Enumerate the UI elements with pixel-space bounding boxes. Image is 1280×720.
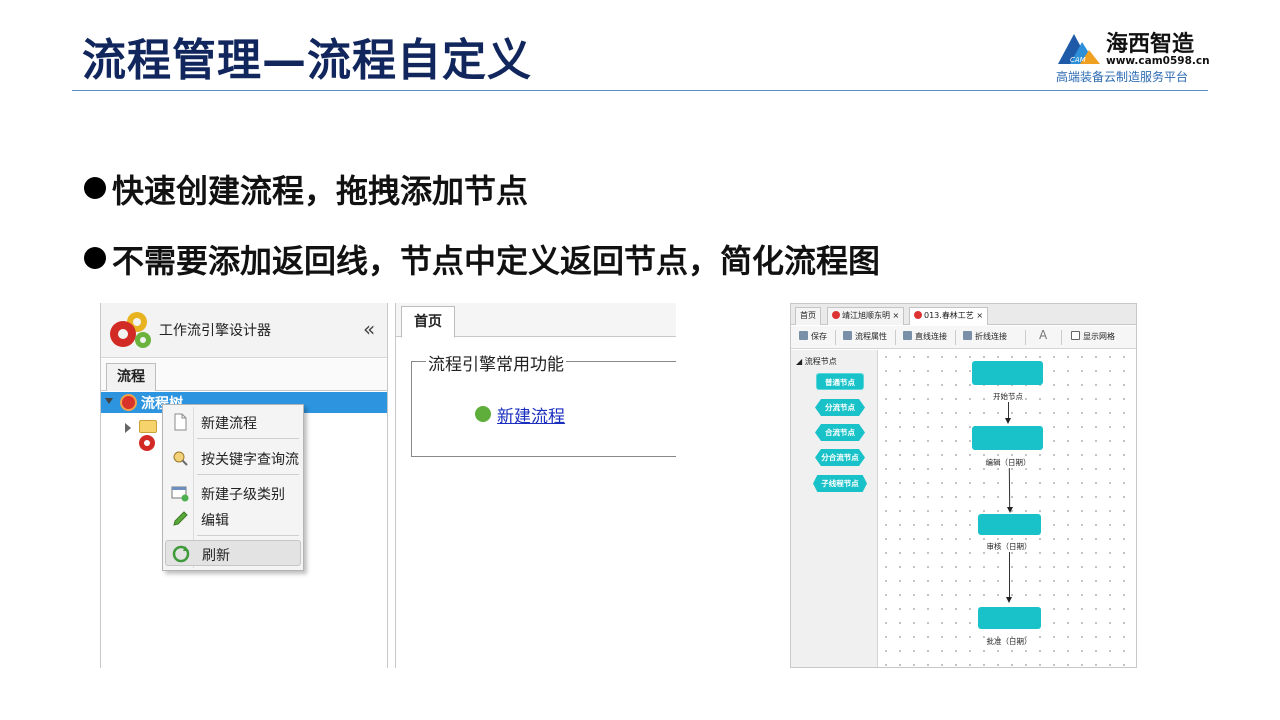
- menu-item-new-subcategory[interactable]: 新建子级类别: [165, 480, 301, 506]
- flow-node-label: 审核（日期）: [986, 542, 1032, 551]
- flow-properties-button[interactable]: 流程属性: [843, 331, 887, 342]
- flow-gear-icon[interactable]: [137, 433, 157, 453]
- flow-node-review[interactable]: [978, 514, 1041, 535]
- new-flow-link[interactable]: 新建流程: [475, 402, 565, 427]
- flow-edge[interactable]: [1008, 467, 1011, 509]
- sidebar-header: 工作流引擎设计器 «: [101, 303, 387, 358]
- refresh-icon: [172, 545, 190, 563]
- designer-main-panel: 首页 流程引擎常用功能 新建流程: [395, 303, 676, 668]
- straight-line-button[interactable]: 直线连接: [903, 331, 947, 342]
- node-palette: ◢ 流程节点 普通节点 分流节点 合流节点 分合流节点 子线程节点: [791, 350, 878, 667]
- toolbar-separator: [835, 330, 836, 345]
- editor-toolbar: 保存 流程属性 直线连接 折线连接 A 显示网格: [791, 326, 1136, 349]
- font-button[interactable]: A: [1039, 328, 1047, 342]
- save-button[interactable]: 保存: [799, 331, 827, 342]
- bullet-dot-icon: [84, 247, 106, 269]
- flow-node-edit[interactable]: [972, 426, 1043, 450]
- sidebar-title: 工作流引擎设计器: [159, 323, 271, 339]
- arrow-head-icon: [1005, 418, 1011, 424]
- sidebar-tabs: 流程: [101, 359, 387, 391]
- toolbar-separator: [1061, 330, 1062, 345]
- menu-item-label: 新建子级类别: [201, 487, 285, 503]
- tree-collapse-icon[interactable]: [105, 398, 113, 404]
- tab-home[interactable]: 首页: [401, 306, 455, 338]
- new-category-icon: [171, 486, 189, 502]
- slide-title: 流程管理—流程自定义: [82, 35, 532, 86]
- editor-tabs: 首页 靖江旭顺东明 × 013.春林工艺 ×: [791, 304, 1136, 325]
- palette-title: ◢ 流程节点: [796, 357, 837, 366]
- pencil-icon: [173, 511, 188, 526]
- menu-separator: [197, 474, 299, 475]
- main-tabs: 首页: [396, 303, 676, 338]
- workflow-designer-screenshot: 工作流引擎设计器 « 流程 流程树 新建流程: [100, 303, 676, 668]
- palette-normal-node[interactable]: 普通节点: [816, 373, 864, 390]
- flow-edge[interactable]: [1008, 402, 1009, 419]
- straight-line-icon: [903, 331, 912, 340]
- polyline-button[interactable]: 折线连接: [963, 331, 1007, 342]
- new-flow-label: 新建流程: [497, 407, 565, 427]
- checkbox-icon: [1071, 331, 1080, 340]
- collapse-sidebar-icon[interactable]: «: [363, 317, 375, 341]
- arrow-head-icon: [1007, 507, 1013, 513]
- tree-expand-icon[interactable]: [125, 423, 131, 433]
- menu-item-search-keyword[interactable]: 按关键字查询流: [165, 445, 301, 471]
- flow-editor-screenshot: 首页 靖江旭顺东明 × 013.春林工艺 × 保存 流程属性 直线连接 折线连接…: [790, 303, 1137, 668]
- flow-root-icon: [120, 394, 137, 411]
- svg-text:CAM: CAM: [1070, 56, 1086, 64]
- gear-icon: [914, 311, 922, 319]
- logo-url: www.cam0598.cn: [1106, 55, 1210, 67]
- search-icon: [173, 451, 188, 466]
- palette-split-node[interactable]: 分流节点: [815, 399, 865, 416]
- menu-item-edit[interactable]: 编辑: [165, 506, 301, 532]
- context-menu: 新建流程 按关键字查询流 新建子级类别 编辑 刷新: [162, 404, 304, 571]
- logo-slogan: 高端装备云制造服务平台: [1056, 70, 1189, 84]
- flow-canvas[interactable]: 开始节点 编辑（日期） 审核（日期） 批准（日期）: [879, 350, 1136, 667]
- bullet-2-text: 不需要添加返回线，节点中定义返回节点，简化流程图: [112, 242, 881, 280]
- bullet-1-text: 快速创建流程，拖拽添加节点: [112, 172, 529, 210]
- menu-separator: [197, 438, 299, 439]
- menu-item-label: 编辑: [201, 513, 229, 529]
- bullet-2: 不需要添加返回线，节点中定义返回节点，简化流程图: [84, 236, 880, 282]
- toolbar-separator: [955, 330, 956, 345]
- save-icon: [799, 331, 808, 340]
- logo-name: 海西智造: [1106, 32, 1195, 57]
- flow-node-start[interactable]: [972, 361, 1043, 385]
- tab-flow[interactable]: 流程: [106, 363, 156, 391]
- menu-separator: [197, 535, 299, 536]
- flow-edge[interactable]: [1009, 552, 1010, 598]
- designer-sidebar: 工作流引擎设计器 « 流程 流程树 新建流程: [100, 303, 388, 668]
- company-logo: CAM 海西智造 www.cam0598.cn 高端装备云制造服务平台: [1056, 26, 1210, 86]
- properties-icon: [843, 331, 852, 340]
- bullet-1: 快速创建流程，拖拽添加节点: [84, 166, 528, 212]
- toolbar-separator: [1025, 330, 1026, 345]
- header-divider: [72, 90, 1208, 91]
- menu-item-label: 新建流程: [201, 416, 257, 432]
- palette-merge-node[interactable]: 合流节点: [815, 424, 865, 441]
- flow-node-label: 批准（日期）: [986, 637, 1032, 646]
- palette-split-merge-node[interactable]: 分合流节点: [815, 449, 865, 466]
- tab-chunlin[interactable]: 013.春林工艺 ×: [909, 307, 989, 325]
- show-grid-checkbox[interactable]: 显示网格: [1071, 331, 1115, 342]
- gears-logo-icon: [110, 312, 151, 348]
- bullet-dot-icon: [84, 177, 106, 199]
- menu-item-label: 刷新: [202, 548, 230, 564]
- tab-jingjiang[interactable]: 靖江旭顺东明 ×: [827, 307, 905, 325]
- menu-item-new-flow[interactable]: 新建流程: [165, 409, 301, 435]
- palette-subthread-node[interactable]: 子线程节点: [813, 475, 867, 492]
- folder-icon: [139, 420, 157, 433]
- new-document-icon: [174, 413, 187, 431]
- arrow-head-icon: [1006, 597, 1012, 603]
- logo-triangle-icon: CAM: [1058, 34, 1100, 64]
- flow-node-label: 编辑（日期）: [985, 458, 1031, 467]
- clover-icon: [475, 406, 491, 422]
- fieldset-legend: 流程引擎常用功能: [426, 350, 566, 375]
- flow-node-label: 开始节点: [993, 392, 1023, 401]
- flow-node-approve[interactable]: [978, 607, 1041, 629]
- toolbar-separator: [895, 330, 896, 345]
- polyline-icon: [963, 331, 972, 340]
- menu-item-refresh[interactable]: 刷新: [165, 540, 301, 566]
- menu-item-label: 按关键字查询流: [201, 452, 299, 468]
- gear-icon: [832, 311, 840, 319]
- tab-home[interactable]: 首页: [795, 307, 821, 325]
